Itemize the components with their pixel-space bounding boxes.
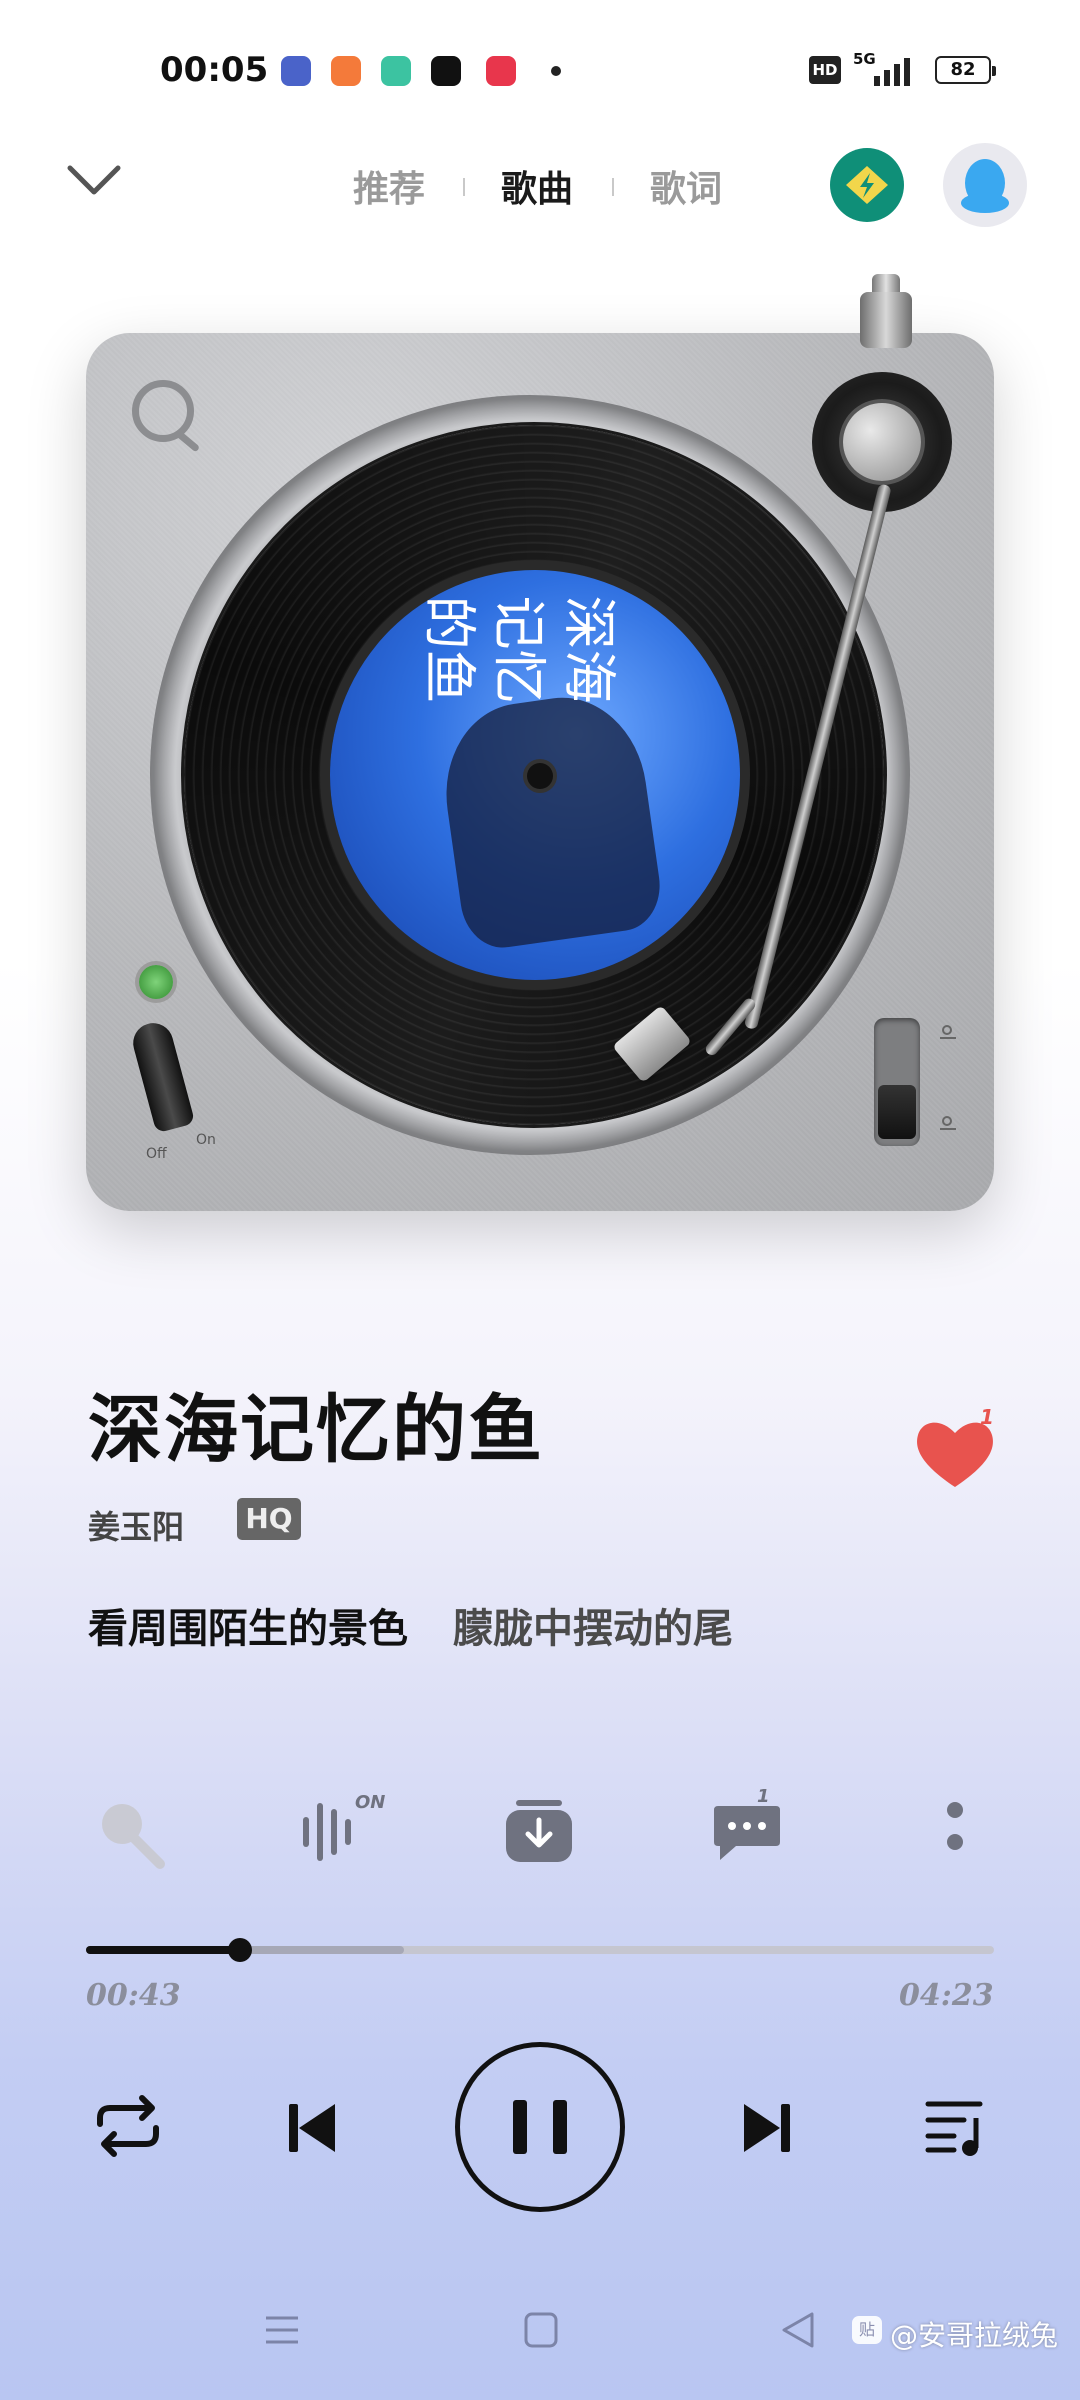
pause-button[interactable] [455, 2042, 625, 2212]
more-icon[interactable] [940, 1796, 970, 1866]
current-time: 00:43 [86, 1978, 181, 2013]
previous-icon[interactable] [285, 2098, 341, 2158]
books-icon [331, 56, 361, 86]
tonearm-counterweight [860, 292, 912, 348]
like-count: 1 [980, 1405, 994, 1429]
collapse-chevron-icon[interactable] [66, 162, 122, 198]
notification-dot [551, 66, 561, 76]
tieba-watermark-icon: 贴 [852, 2316, 882, 2344]
menu-nav-icon[interactable] [262, 2310, 302, 2350]
back-nav-icon[interactable] [778, 2310, 818, 2350]
tab-divider [463, 178, 465, 196]
status-time: 00:05 [160, 50, 269, 90]
download-icon[interactable] [504, 1796, 574, 1866]
vip-button[interactable] [830, 148, 904, 222]
power-led [139, 965, 173, 999]
tieba-icon [281, 56, 311, 86]
playlist-icon[interactable] [924, 2094, 994, 2158]
watermark-text: @安哥拉绒兔 [890, 2319, 1059, 2352]
repeat-icon[interactable] [92, 2094, 164, 2158]
soul-icon [381, 56, 411, 86]
battery-icon: 82 [935, 56, 996, 84]
pause-icon [513, 2100, 527, 2154]
lightning-diamond-icon [846, 166, 888, 204]
progress-thumb[interactable] [228, 1938, 253, 1962]
album-title-line: 深海 [557, 595, 621, 704]
lyric-upcoming: 朦胧中摆动的尾 [453, 1605, 733, 1652]
album-cover-figure [434, 687, 666, 953]
video-icon [486, 56, 516, 86]
spindle [527, 763, 553, 789]
lyric-current: 看周围陌生的景色 [88, 1605, 408, 1652]
progress-fill [86, 1946, 241, 1954]
quality-badge[interactable]: HQ [237, 1498, 301, 1540]
album-title-line: 的鱼 [417, 595, 481, 704]
qq-music-logo [132, 380, 194, 442]
sound-effect-badge: ON [355, 1792, 386, 1813]
tab-lyrics[interactable]: 歌词 [650, 160, 722, 212]
home-nav-icon[interactable] [522, 2310, 562, 2350]
douyin-icon [431, 56, 461, 86]
tab-song[interactable]: 歌曲 [501, 160, 573, 212]
artist-name[interactable]: 姜玉阳 [88, 1502, 184, 1548]
penguin-avatar-icon [961, 159, 1009, 213]
microphone-icon[interactable] [92, 1794, 172, 1874]
tab-divider [612, 178, 614, 196]
song-title: 深海记忆的鱼 [88, 1387, 544, 1473]
comment-icon[interactable] [710, 1796, 784, 1866]
tab-recommend[interactable]: 推荐 [353, 160, 425, 212]
signal-icon [874, 58, 910, 86]
next-icon[interactable] [738, 2098, 794, 2158]
power-on-label: On [196, 1132, 216, 1148]
avatar[interactable] [943, 143, 1027, 227]
comment-count: 1 [757, 1786, 770, 1807]
power-off-label: Off [146, 1146, 167, 1162]
total-time: 04:23 [899, 1978, 994, 2013]
hd-badge: HD [809, 56, 841, 84]
album-title-line: 记忆 [487, 595, 551, 704]
